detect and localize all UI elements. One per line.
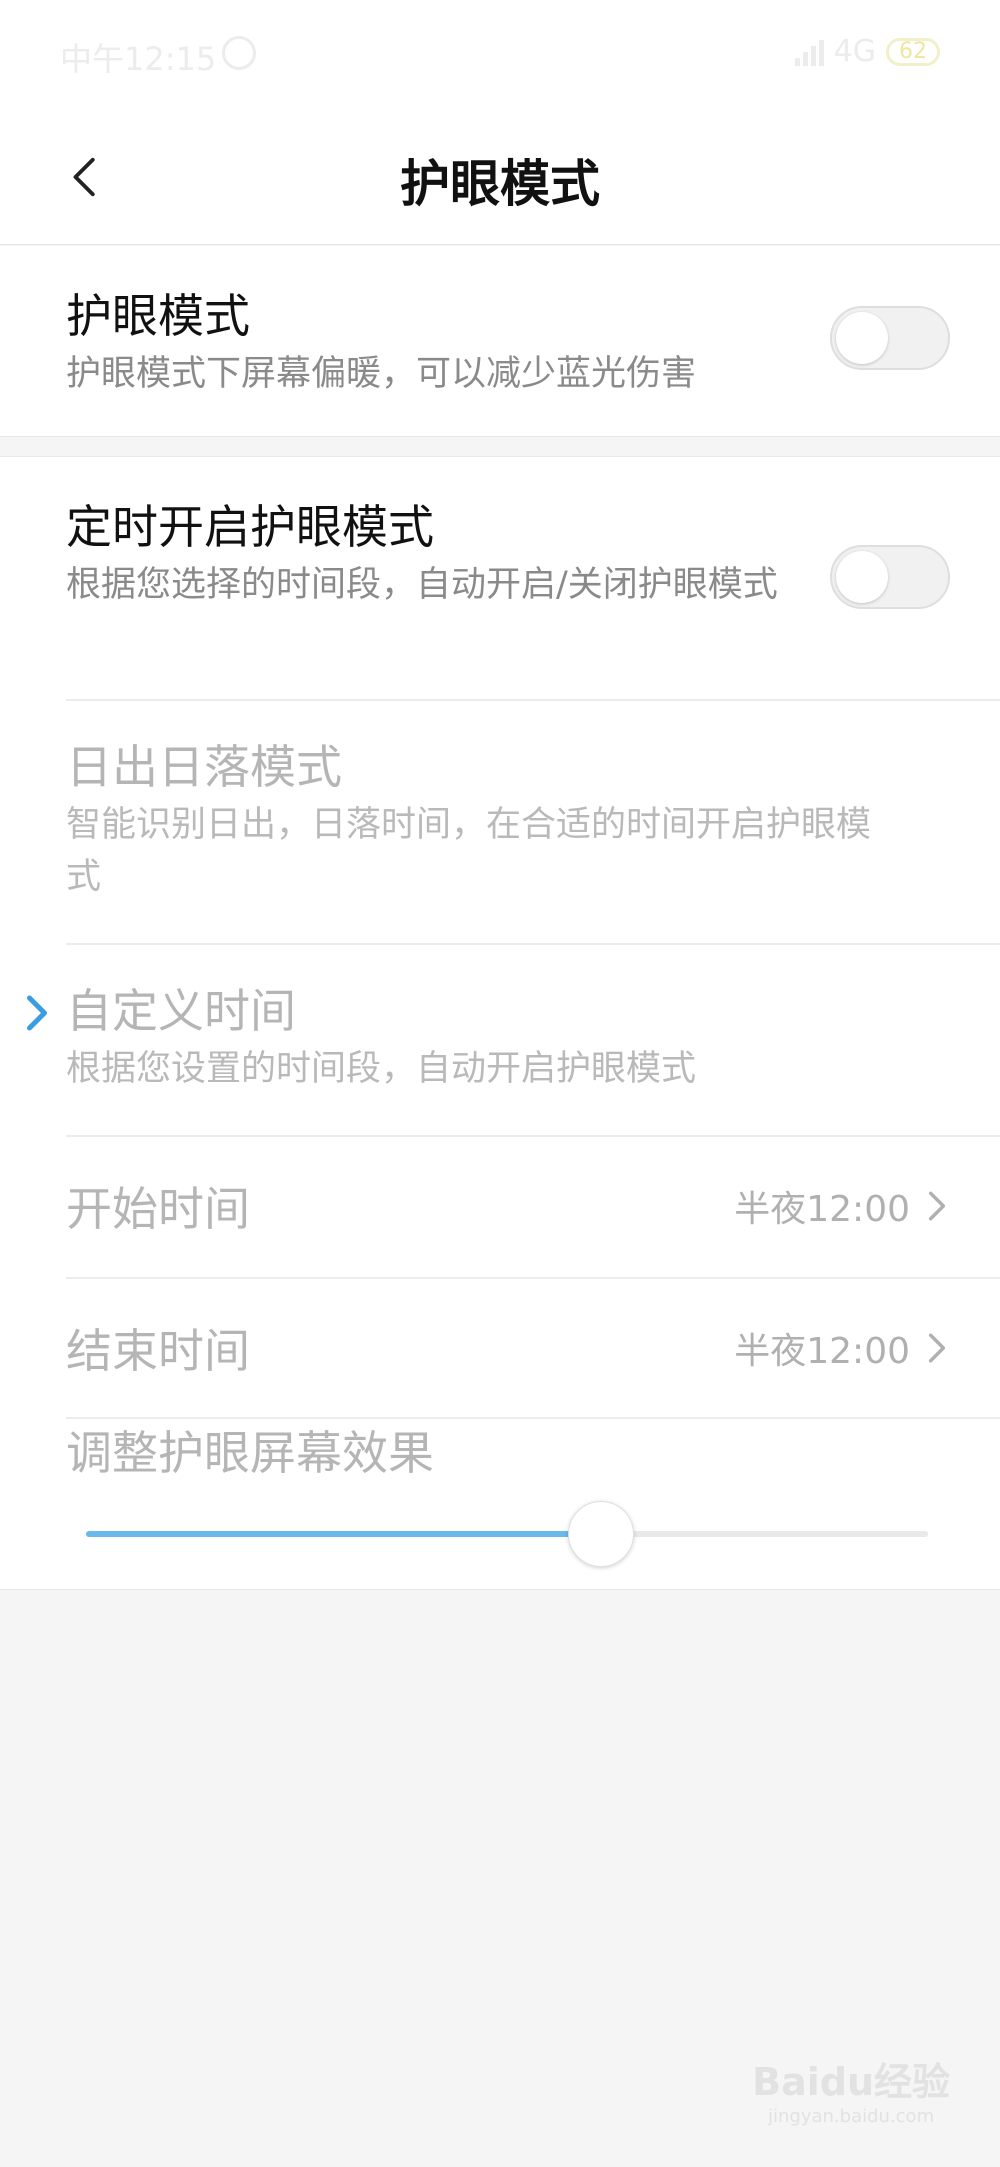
effect-slider[interactable] [86,1501,928,1567]
start-time-label: 开始时间 [66,1182,250,1236]
selected-chevron-icon [22,993,52,1033]
effect-label: 调整护眼屏幕效果 [66,1426,434,1480]
status-right: 4G 62 [794,34,940,69]
watermark-site: jingyan.baidu.com [768,2106,935,2127]
eye-mode-card: 护眼模式 护眼模式下屏幕偏暖，可以减少蓝光伤害 [0,246,1000,437]
sunrise-subtitle: 智能识别日出，日落时间，在合适的时间开启护眼模式 [66,805,872,897]
end-time-row[interactable]: 结束时间 半夜12:00 [66,1279,950,1417]
status-bar: 中午12:15 4G 62 [0,0,1000,110]
status-time: 中午12:15 [60,40,217,78]
page-title: 护眼模式 [400,155,600,213]
toggle-knob [836,551,888,603]
custom-title: 自定义时间 [66,984,296,1038]
custom-subtitle: 根据您设置的时间段，自动开启护眼模式 [66,1049,697,1089]
chevron-right-icon [924,1189,950,1223]
schedule-row: 定时开启护眼模式 根据您选择的时间段，自动开启/关闭护眼模式 [66,497,790,611]
watermark-brand: Baidu经验 [752,2060,950,2104]
slider-thumb[interactable] [567,1501,634,1567]
end-time-value-group: 半夜12:00 [734,1322,950,1374]
sunrise-title: 日出日落模式 [66,740,342,794]
schedule-toggle[interactable] [830,545,950,609]
eye-mode-toggle[interactable] [830,306,950,370]
network-type: 4G [833,34,876,69]
divider [66,699,1000,701]
end-time-value: 半夜12:00 [734,1331,910,1372]
battery-icon: 62 [886,37,940,66]
schedule-card: 定时开启护眼模式 根据您选择的时间段，自动开启/关闭护眼模式 日出日落模式 智能… [0,456,1000,1590]
alarm-icon [222,36,256,70]
start-time-value: 半夜12:00 [734,1189,910,1230]
signal-icon [794,38,824,66]
battery-level: 62 [899,38,927,64]
start-time-value-group: 半夜12:00 [734,1180,950,1232]
sunrise-sunset-option[interactable]: 日出日落模式 智能识别日出，日落时间，在合适的时间开启护眼模式 [66,737,890,903]
schedule-subtitle: 根据您选择的时间段，自动开启/关闭护眼模式 [66,565,778,605]
custom-time-option[interactable]: 自定义时间 根据您设置的时间段，自动开启护眼模式 [66,981,1000,1095]
eye-protection-settings-page: 中午12:15 4G 62 护眼模式 护眼模式 护眼模式下屏幕偏暖，可以减少蓝光… [0,0,1000,2167]
divider [66,943,1000,945]
baidu-watermark-logo: Baidu经验 jingyan.baidu.com [752,2051,950,2127]
toggle-knob [836,312,888,364]
start-time-row[interactable]: 开始时间 半夜12:00 [66,1137,950,1275]
end-time-label: 结束时间 [66,1324,250,1378]
schedule-title: 定时开启护眼模式 [66,500,434,554]
chevron-right-icon [924,1331,950,1365]
header: 护眼模式 [0,110,1000,245]
slider-fill [86,1531,600,1537]
